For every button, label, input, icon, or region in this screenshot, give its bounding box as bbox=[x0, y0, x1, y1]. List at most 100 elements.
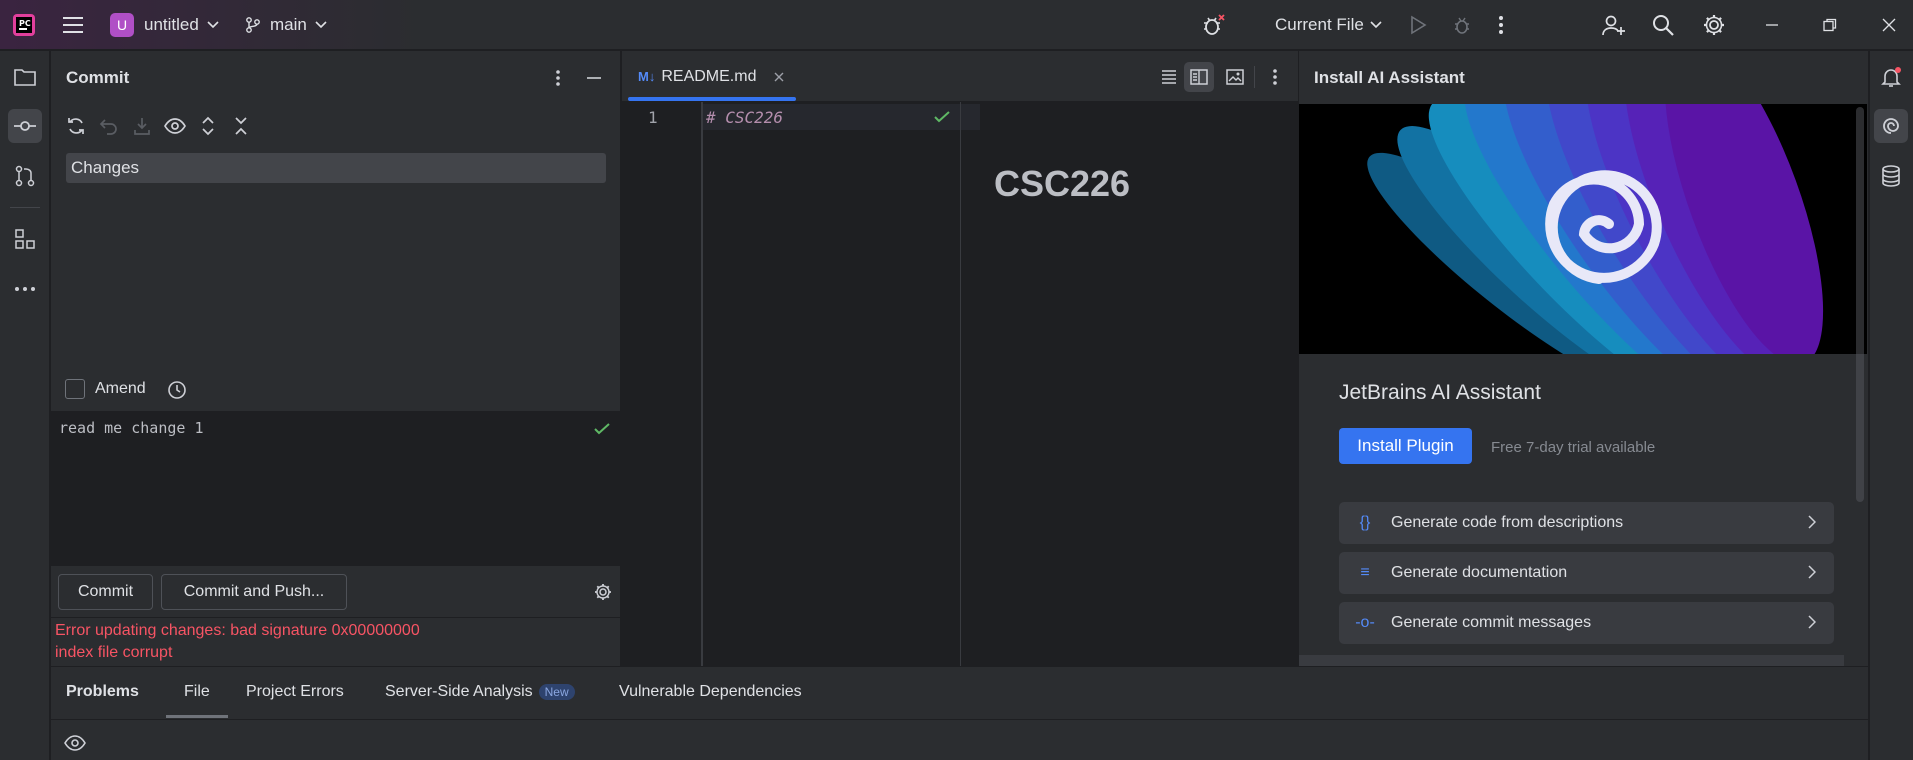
commit-panel-title: Commit bbox=[66, 68, 130, 87]
commit-options-gear-icon[interactable] bbox=[592, 581, 614, 603]
database-icon[interactable] bbox=[1874, 159, 1908, 193]
ai-assistant-panel: Install AI Assistant JetBrains AI Assist… bbox=[1299, 51, 1868, 666]
amend-checkbox[interactable] bbox=[65, 379, 85, 399]
minimize-icon[interactable] bbox=[1765, 0, 1779, 50]
project-selector[interactable]: U untitled bbox=[110, 0, 219, 50]
editor-area: M↓ README.md 1 # CSC226 CSC226 bbox=[622, 51, 1298, 666]
editor-tab-bar: M↓ README.md bbox=[622, 51, 1298, 102]
horizontal-scrollbar[interactable] bbox=[1299, 655, 1844, 666]
tab-vulnerable-dependencies[interactable]: Vulnerable Dependencies bbox=[619, 667, 802, 717]
tab-server-side-analysis-label: Server-Side Analysis bbox=[385, 683, 533, 700]
commit-message-editor[interactable]: read me change 1 bbox=[51, 411, 620, 566]
restore-icon[interactable] bbox=[1823, 0, 1837, 50]
changes-label: Changes bbox=[71, 158, 140, 177]
show-diff-eye-icon[interactable] bbox=[162, 113, 188, 139]
tab-readme-label: README.md bbox=[661, 67, 757, 85]
chevron-right-icon bbox=[1808, 565, 1816, 579]
project-folder-icon[interactable] bbox=[8, 60, 42, 94]
chevron-down-icon bbox=[315, 21, 327, 29]
feature-generate-docs[interactable]: ≡ Generate documentation bbox=[1339, 552, 1834, 594]
line-number: 1 bbox=[648, 108, 658, 127]
preview-heading: CSC226 bbox=[994, 163, 1131, 204]
error-message-line1: Error updating changes: bad signature 0x… bbox=[55, 622, 420, 639]
trial-text: Free 7-day trial available bbox=[1491, 439, 1656, 456]
commit-button[interactable]: Commit bbox=[58, 574, 153, 610]
chevron-right-icon bbox=[1808, 515, 1816, 529]
problems-panel: Problems File Project Errors Server-Side… bbox=[51, 666, 1868, 760]
branch-selector[interactable]: main bbox=[244, 0, 327, 50]
bottom-divider bbox=[51, 719, 1868, 720]
toolbar-divider bbox=[1254, 66, 1255, 88]
feature-label: Generate documentation bbox=[1391, 564, 1568, 581]
update-project-icon[interactable] bbox=[129, 113, 155, 139]
editor-more-icon[interactable] bbox=[1265, 64, 1285, 90]
line-gutter bbox=[622, 102, 702, 666]
error-message-line2: index file corrupt bbox=[55, 644, 173, 661]
feature-generate-code[interactable]: {} Generate code from descriptions bbox=[1339, 502, 1834, 544]
active-tab-indicator bbox=[628, 97, 796, 101]
split-view-icon[interactable] bbox=[1184, 62, 1214, 92]
ai-assistant-spiral-icon[interactable] bbox=[1874, 109, 1908, 143]
problems-title: Problems bbox=[66, 683, 139, 700]
commit-tool-icon[interactable] bbox=[8, 109, 42, 143]
pull-requests-icon[interactable] bbox=[8, 159, 42, 193]
commit-and-push-button[interactable]: Commit and Push... bbox=[161, 574, 347, 610]
refresh-icon[interactable] bbox=[63, 113, 89, 139]
run-config-selector[interactable]: Current File bbox=[1275, 0, 1382, 50]
code-line-text[interactable]: # CSC226 bbox=[706, 108, 783, 127]
new-badge: New bbox=[538, 684, 575, 700]
error-divider bbox=[51, 617, 620, 618]
amend-label: Amend bbox=[95, 380, 146, 397]
left-tool-strip bbox=[0, 51, 50, 760]
structure-icon[interactable] bbox=[8, 222, 42, 256]
preview-only-icon[interactable] bbox=[1222, 64, 1248, 90]
run-icon[interactable] bbox=[1409, 0, 1427, 50]
changes-tree-node[interactable]: Changes bbox=[66, 153, 606, 183]
tab-project-errors[interactable]: Project Errors bbox=[246, 667, 344, 717]
commit-history-clock-icon[interactable] bbox=[166, 379, 188, 401]
rollback-icon[interactable] bbox=[96, 113, 122, 139]
feature-generate-commit-messages[interactable]: -o- Generate commit messages bbox=[1339, 602, 1834, 644]
tab-file[interactable]: File bbox=[184, 667, 210, 717]
collapse-all-icon[interactable] bbox=[228, 113, 254, 139]
chevron-down-icon bbox=[207, 21, 219, 29]
add-user-icon[interactable] bbox=[1602, 0, 1626, 50]
hide-panel-icon[interactable] bbox=[584, 68, 604, 88]
documentation-icon: ≡ bbox=[1360, 564, 1370, 581]
panel-options-icon[interactable] bbox=[548, 68, 568, 88]
main-menu-icon[interactable] bbox=[62, 0, 84, 50]
debug-icon[interactable] bbox=[1452, 0, 1472, 50]
branch-name: main bbox=[270, 15, 307, 34]
strip-divider bbox=[10, 207, 40, 208]
show-preview-eye-icon[interactable] bbox=[63, 731, 87, 755]
commit-icon: -o- bbox=[1355, 614, 1375, 631]
expand-all-icon[interactable] bbox=[195, 113, 221, 139]
ai-panel-title: Install AI Assistant bbox=[1314, 68, 1465, 87]
title-bar: PC U untitled main Current File bbox=[0, 0, 1913, 50]
tab-server-side-analysis[interactable]: Server-Side Analysis New bbox=[385, 667, 575, 717]
branch-icon bbox=[246, 17, 260, 33]
ai-panel-scrollbar[interactable] bbox=[1856, 107, 1864, 502]
close-window-icon[interactable] bbox=[1882, 0, 1896, 50]
preview-splitter[interactable] bbox=[960, 102, 961, 666]
feature-label: Generate commit messages bbox=[1391, 614, 1592, 631]
gutter-border bbox=[702, 102, 703, 666]
debug-error-icon[interactable] bbox=[1200, 0, 1226, 50]
notifications-bell-icon[interactable] bbox=[1874, 60, 1908, 94]
install-plugin-button[interactable]: Install Plugin bbox=[1339, 428, 1472, 464]
settings-gear-icon[interactable] bbox=[1702, 0, 1726, 50]
tab-file-underline bbox=[166, 715, 228, 718]
editor-only-view-icon[interactable] bbox=[1156, 64, 1182, 90]
ai-heading: JetBrains AI Assistant bbox=[1339, 381, 1541, 404]
markdown-file-icon: M↓ bbox=[638, 69, 656, 84]
tab-readme[interactable]: M↓ README.md bbox=[622, 51, 797, 102]
app-logo-icon[interactable]: PC bbox=[12, 0, 36, 50]
more-tools-icon[interactable] bbox=[8, 272, 42, 306]
more-actions-icon[interactable] bbox=[1498, 0, 1504, 50]
chevron-right-icon bbox=[1808, 615, 1816, 629]
close-tab-icon[interactable] bbox=[774, 72, 784, 82]
search-icon[interactable] bbox=[1652, 0, 1674, 50]
feature-label: Generate code from descriptions bbox=[1391, 514, 1624, 531]
spellcheck-ok-icon bbox=[594, 423, 610, 435]
project-avatar: U bbox=[110, 13, 134, 37]
